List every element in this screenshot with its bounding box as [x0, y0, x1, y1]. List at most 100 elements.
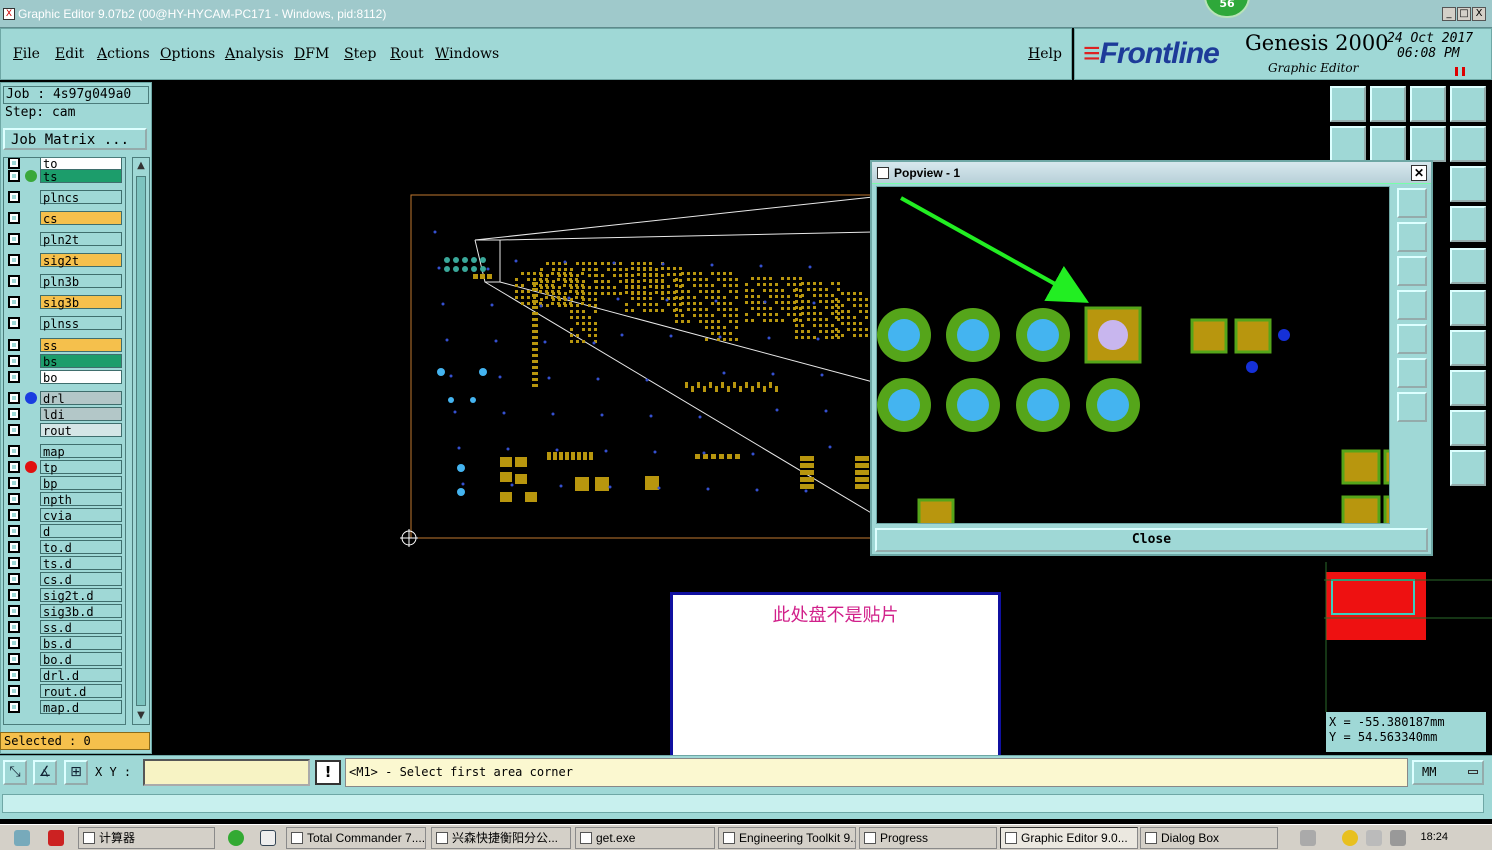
task-total-commander[interactable]: Total Commander 7.... [286, 827, 426, 849]
alert-icon[interactable]: ! [315, 760, 341, 785]
layer-checkbox[interactable] [8, 637, 20, 649]
layer-row-sig3b[interactable]: sig3b [4, 295, 125, 310]
tool-line-icon[interactable] [1450, 290, 1486, 326]
tool-frame-icon[interactable] [1450, 86, 1486, 122]
usb-icon[interactable] [1366, 830, 1382, 846]
tool-loop-icon[interactable] [1410, 126, 1446, 162]
layer-list[interactable]: to ts plncs cs pln2t sig2t pln3b sig3b plnss ss bs… [3, 157, 126, 725]
pv-zoom-icon[interactable] [1397, 188, 1427, 218]
layer-row-to-d[interactable]: to.d [4, 540, 125, 555]
signal-icon[interactable] [1390, 830, 1406, 846]
scroll-up-icon[interactable]: ▲ [134, 159, 148, 173]
layer-row-tp[interactable]: tp [4, 460, 125, 475]
scroll-thumb[interactable] [136, 176, 146, 706]
layer-checkbox[interactable] [8, 355, 20, 367]
help-icon[interactable] [1450, 166, 1486, 202]
layer-checkbox[interactable] [8, 317, 20, 329]
layer-checkbox[interactable] [8, 525, 20, 537]
layer-checkbox[interactable] [8, 605, 20, 617]
layer-checkbox[interactable] [8, 477, 20, 489]
layer-name[interactable]: ss.d [40, 620, 122, 635]
layer-row-sig3b-d[interactable]: sig3b.d [4, 604, 125, 619]
tool-arc-icon[interactable] [1450, 410, 1486, 446]
layer-name[interactable]: sig2t.d [40, 588, 122, 603]
layer-row-bs-d[interactable]: bs.d [4, 636, 125, 651]
menu-rout[interactable]: Rout [390, 46, 424, 62]
title-bar[interactable]: X Graphic Editor 9.07b2 (00@HY-HYCAM-PC1… [0, 0, 1492, 28]
layer-checkbox[interactable] [8, 589, 20, 601]
layer-checkbox[interactable] [8, 685, 20, 697]
layer-name[interactable]: bo.d [40, 652, 122, 667]
layer-checkbox[interactable] [8, 408, 20, 420]
measure-icon[interactable]: ∡ [33, 760, 57, 785]
layer-name[interactable]: cvia [40, 508, 122, 523]
tool-select-icon[interactable] [1450, 450, 1486, 486]
layer-name[interactable]: bs [40, 354, 122, 369]
layer-name[interactable]: rout [40, 423, 122, 438]
layer-checkbox[interactable] [8, 461, 20, 473]
layer-checkbox[interactable] [8, 621, 20, 633]
layer-name[interactable]: drl.d [40, 668, 122, 683]
layer-checkbox[interactable] [8, 541, 20, 553]
layer-checkbox[interactable] [8, 701, 20, 713]
task-dialog-box[interactable]: Dialog Box [1140, 827, 1278, 849]
pv-left-icon[interactable] [1397, 290, 1427, 320]
layer-scrollbar[interactable]: ▲ ▼ [132, 157, 150, 725]
start-icon[interactable] [14, 830, 30, 846]
popview-close-button[interactable]: Close [875, 528, 1428, 552]
menu-windows[interactable]: Windows [435, 46, 499, 62]
layer-row-npth[interactable]: npth [4, 492, 125, 507]
task-browser[interactable]: 兴森快捷衡阳分公... [431, 827, 571, 849]
job-matrix-button[interactable]: Job Matrix ... [3, 128, 147, 150]
tool-shapes-icon[interactable] [1450, 370, 1486, 406]
layer-row-rout[interactable]: rout [4, 423, 125, 438]
layer-row-rout-d[interactable]: rout.d [4, 684, 125, 699]
pv-center-icon[interactable] [1397, 392, 1427, 422]
maximize-button[interactable]: □ [1457, 7, 1471, 21]
layer-checkbox[interactable] [8, 653, 20, 665]
menu-options[interactable]: Options [160, 46, 215, 62]
menu-dfm[interactable]: DFM [294, 46, 329, 62]
layer-row-drl-d[interactable]: drl.d [4, 668, 125, 683]
layer-name[interactable]: cs [40, 211, 122, 226]
layer-row-d[interactable]: d [4, 524, 125, 539]
layer-row-pln2t[interactable]: pln2t [4, 232, 125, 247]
task-graphic-editor[interactable]: Graphic Editor 9.0... [1000, 827, 1138, 849]
layer-name[interactable]: plncs [40, 190, 122, 205]
layer-row-sig2t[interactable]: sig2t [4, 253, 125, 268]
layer-row-cs-d[interactable]: cs.d [4, 572, 125, 587]
menu-file[interactable]: File [13, 46, 40, 62]
layer-name[interactable]: map.d [40, 700, 122, 715]
overview-map[interactable] [1324, 562, 1492, 712]
layer-checkbox[interactable] [8, 509, 20, 521]
layer-name[interactable]: bp [40, 476, 122, 491]
network-icon[interactable] [1342, 830, 1358, 846]
popview-close-icon[interactable]: ✕ [1411, 165, 1427, 181]
layer-row-map[interactable]: map [4, 444, 125, 459]
popview-title-bar[interactable]: Popview - 1 ✕ [872, 162, 1431, 184]
layer-checkbox[interactable] [8, 191, 20, 203]
layer-checkbox[interactable] [8, 158, 20, 169]
ie-icon[interactable] [228, 830, 244, 846]
menu-edit[interactable]: Edit [55, 46, 84, 62]
layer-checkbox[interactable] [8, 557, 20, 569]
layer-checkbox[interactable] [8, 493, 20, 505]
layer-name[interactable]: cs.d [40, 572, 122, 587]
layer-name[interactable]: rout.d [40, 684, 122, 699]
layer-checkbox[interactable] [8, 573, 20, 585]
layer-row-pln3b[interactable]: pln3b [4, 274, 125, 289]
layer-checkbox[interactable] [8, 445, 20, 457]
taskbar-clock[interactable]: 18:24 [1420, 831, 1448, 843]
layer-name[interactable]: npth [40, 492, 122, 507]
pv-right-icon[interactable] [1397, 324, 1427, 354]
task-get-exe[interactable]: get.exe [575, 827, 715, 849]
layer-row-plncs[interactable]: plncs [4, 190, 125, 205]
menu-analysis[interactable]: Analysis [225, 46, 284, 62]
layer-row-drl[interactable]: drl [4, 391, 125, 406]
layer-name[interactable]: drl [40, 391, 122, 406]
tool-left-icon[interactable] [1330, 126, 1366, 162]
layer-row-ldi[interactable]: ldi [4, 407, 125, 422]
scroll-down-icon[interactable]: ▼ [134, 709, 148, 723]
layer-name[interactable]: pln3b [40, 274, 122, 289]
tool-down-icon[interactable] [1370, 86, 1406, 122]
